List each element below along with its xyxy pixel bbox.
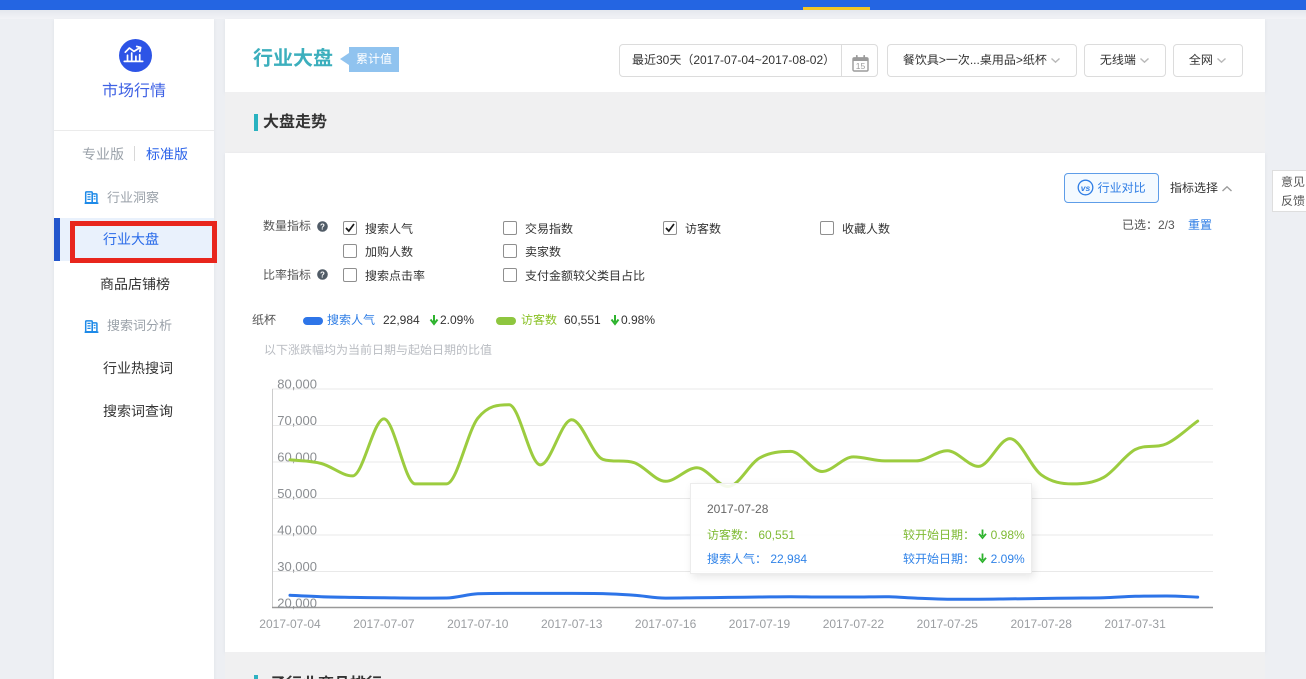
svg-text:?: ?	[320, 270, 325, 279]
svg-text:vs: vs	[1081, 183, 1091, 193]
svg-text:15: 15	[856, 61, 866, 71]
svg-text:?: ?	[320, 222, 325, 231]
